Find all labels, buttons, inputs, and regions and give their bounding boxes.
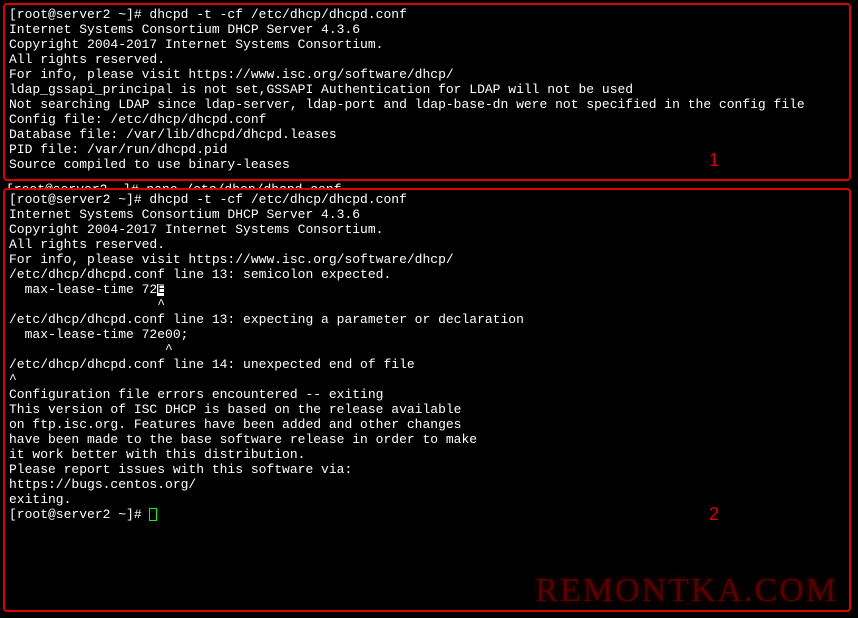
terminal-line: PID file: /var/run/dhcpd.pid <box>9 142 845 157</box>
terminal-line: https://bugs.centos.org/ <box>9 477 845 492</box>
terminal-line: /etc/dhcp/dhcpd.conf line 13: expecting … <box>9 312 845 327</box>
terminal-line: Configuration file errors encountered --… <box>9 387 845 402</box>
panel-label-2: 2 <box>709 504 719 525</box>
terminal-line: For info, please visit https://www.isc.o… <box>9 252 845 267</box>
terminal-line: Copyright 2004-2017 Internet Systems Con… <box>9 37 845 52</box>
terminal-line: /etc/dhcp/dhcpd.conf line 13: semicolon … <box>9 267 845 282</box>
terminal-line: Not searching LDAP since ldap-server, ld… <box>9 97 845 112</box>
terminal-line: All rights reserved. <box>9 52 845 67</box>
terminal-panel-2: [root@server2 ~]# dhcpd -t -cf /etc/dhcp… <box>3 188 851 612</box>
highlight-char: E <box>157 284 164 296</box>
terminal-line: [root@server2 ~]# <box>9 507 845 522</box>
terminal-line: All rights reserved. <box>9 237 845 252</box>
terminal-line: Source compiled to use binary-leases <box>9 157 845 172</box>
terminal-cursor[interactable] <box>149 508 157 521</box>
terminal-line: max-lease-time 72E <box>9 282 845 297</box>
terminal-output-1: [root@server2 ~]# dhcpd -t -cf /etc/dhcp… <box>9 7 845 172</box>
terminal-line: This version of ISC DHCP is based on the… <box>9 402 845 417</box>
terminal-line: /etc/dhcp/dhcpd.conf line 14: unexpected… <box>9 357 845 372</box>
terminal-line: [root@server2 ~]# dhcpd -t -cf /etc/dhcp… <box>9 192 845 207</box>
terminal-line: it work better with this distribution. <box>9 447 845 462</box>
terminal-line: ldap_gssapi_principal is not set,GSSAPI … <box>9 82 845 97</box>
terminal-line: Please report issues with this software … <box>9 462 845 477</box>
terminal-line: ^ <box>9 372 845 387</box>
terminal-line: Database file: /var/lib/dhcpd/dhcpd.leas… <box>9 127 845 142</box>
terminal-line: ^ <box>9 342 845 357</box>
terminal-line: have been made to the base software rele… <box>9 432 845 447</box>
terminal-line: For info, please visit https://www.isc.o… <box>9 67 845 82</box>
terminal-line: max-lease-time 72e00; <box>9 327 845 342</box>
terminal-panel-1: [root@server2 ~]# dhcpd -t -cf /etc/dhcp… <box>3 3 851 181</box>
terminal-line: Config file: /etc/dhcp/dhcpd.conf <box>9 112 845 127</box>
terminal-line: on ftp.isc.org. Features have been added… <box>9 417 845 432</box>
terminal-output-2: [root@server2 ~]# dhcpd -t -cf /etc/dhcp… <box>9 192 845 522</box>
terminal-line: Internet Systems Consortium DHCP Server … <box>9 207 845 222</box>
terminal-line: exiting. <box>9 492 845 507</box>
panel-label-1: 1 <box>709 150 719 171</box>
terminal-line: [root@server2 ~]# dhcpd -t -cf /etc/dhcp… <box>9 7 845 22</box>
terminal-line: Internet Systems Consortium DHCP Server … <box>9 22 845 37</box>
terminal-line: Copyright 2004-2017 Internet Systems Con… <box>9 222 845 237</box>
terminal-line: ^ <box>9 297 845 312</box>
